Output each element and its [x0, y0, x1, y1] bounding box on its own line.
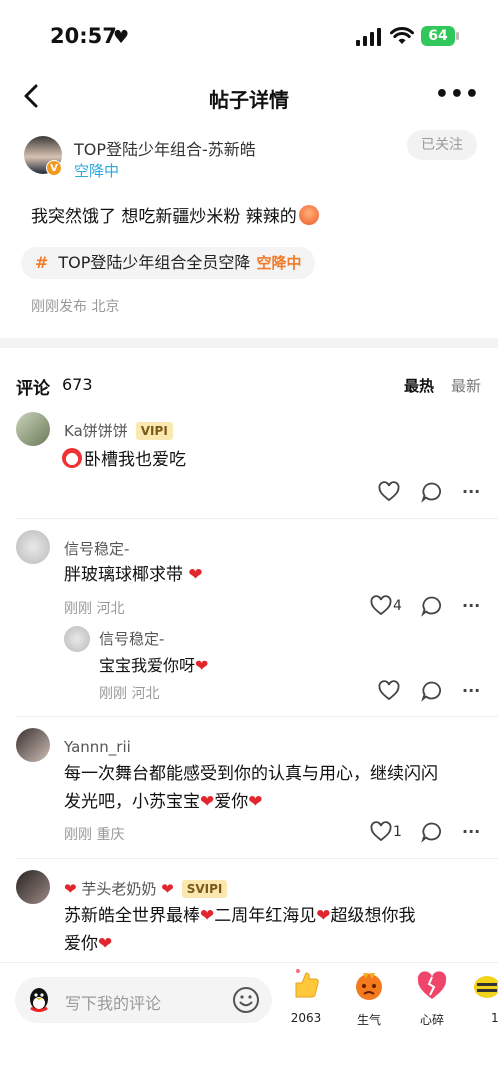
comment-more-icon[interactable]: ··· [462, 596, 486, 620]
comments-header: 评论 673 最热 最新 [0, 372, 498, 399]
signal-icon [356, 28, 381, 46]
angry-face-icon [356, 972, 382, 1000]
red-heart-icon: ❤ [98, 934, 113, 954]
commenter-avatar[interactable] [16, 728, 50, 762]
like-heart-icon[interactable] [377, 679, 401, 703]
comments-title: 评论 [16, 379, 50, 399]
comment-separator [16, 858, 498, 859]
like-heart-icon[interactable] [369, 594, 393, 618]
reaction-label: 生气 [356, 1013, 381, 1027]
commenter-avatar[interactable] [16, 870, 50, 904]
comment-text: 每一次舞台都能感受到你的认真与用心，继续闪闪 发光吧，小苏宝宝❤爱你❤ [64, 764, 438, 812]
post-meta: 刚刚发布 北京 [31, 299, 120, 315]
post-content: 我突然饿了 想吃新疆炒米粉 辣辣的 [31, 202, 319, 227]
reaction-count: 2063 [290, 1011, 322, 1025]
like-heart-icon[interactable] [377, 480, 401, 504]
hashtag-icon: # [35, 253, 49, 272]
comment-meta: 刚刚 河北 [64, 601, 125, 617]
vip-badge: VIPI [135, 422, 173, 440]
more-options-icon[interactable]: ••• [435, 84, 480, 106]
reaction-broken-heart[interactable]: 心碎 [404, 967, 460, 1028]
comment-input-placeholder: 写下我的评论 [65, 994, 162, 1013]
comment-item: ❤ 芋头老奶奶 ❤ SVIPI 苏新皓全世界最棒❤二周年红海见❤超级想你我 爱你❤ [0, 868, 498, 962]
nav-bar: 帖子详情 ••• [0, 70, 498, 124]
commenter-name[interactable]: ❤ 芋头老奶奶 ❤ SVIPI [64, 878, 228, 899]
comments-count: 673 [62, 375, 93, 394]
bottom-bar: 写下我的评论 2063 生气 心碎 1 [0, 962, 498, 1080]
comment-more-icon[interactable]: ··· [462, 822, 486, 846]
thumbs-up-icon [295, 969, 319, 998]
commenter-name[interactable]: 信号稳定- [64, 538, 129, 559]
red-heart-icon: ❤ [64, 880, 77, 898]
broken-heart-icon [417, 971, 447, 999]
comment-separator [16, 518, 498, 519]
comment-text: 胖玻璃球椰求带 ❤ [64, 565, 203, 585]
topic-label: TOP登陆少年组合全员空降 [58, 253, 251, 272]
author-status: 空降中 [74, 162, 120, 180]
post-text: 我突然饿了 想吃新疆炒米粉 辣辣的 [31, 207, 297, 227]
red-heart-icon: ❤ [188, 565, 203, 585]
verified-badge-icon: V [46, 160, 62, 176]
reply-bubble-icon[interactable] [420, 480, 444, 504]
comment-item: Ka饼饼饼 VIPI 卧槽我也爱吃 ··· [0, 408, 498, 518]
reaction-label: 心碎 [419, 1013, 444, 1027]
like-count: 4 [393, 598, 402, 614]
comment-meta: 刚刚 重庆 [64, 827, 125, 843]
like-heart-icon[interactable] [369, 820, 393, 844]
commenter-name[interactable]: Yannn_rii [64, 738, 131, 756]
sort-new-tab[interactable]: 最新 [451, 375, 481, 396]
vip-badge: SVIPI [181, 880, 228, 898]
reaction-angry[interactable]: 生气 [341, 967, 397, 1028]
comment-separator [16, 716, 498, 717]
red-heart-icon: ❤ [161, 880, 174, 898]
comment-more-icon[interactable]: ··· [462, 482, 486, 506]
comment-item: Yannn_rii 每一次舞台都能感受到你的认真与用心，继续闪闪 发光吧，小苏宝… [0, 726, 498, 858]
red-heart-icon: ❤ [316, 906, 331, 926]
commenter-avatar[interactable] [16, 530, 50, 564]
reaction-bee[interactable]: 1 [467, 967, 498, 1025]
section-divider [0, 338, 498, 348]
battery-icon: 64 [421, 26, 455, 46]
sort-hot-tab[interactable]: 最热 [404, 375, 434, 396]
comment-text: 苏新皓全世界最棒❤二周年红海见❤超级想你我 爱你❤ [64, 906, 416, 954]
commenter-avatar[interactable] [16, 412, 50, 446]
red-heart-icon: ❤ [200, 792, 215, 812]
reply-avatar[interactable] [64, 626, 90, 652]
author-name[interactable]: TOP登陆少年组合-苏新皓 [74, 136, 256, 160]
clown-emoji-icon [62, 448, 82, 468]
comment-text: 卧槽我也爱吃 [62, 446, 482, 474]
like-count: 1 [393, 824, 402, 840]
red-heart-icon: ❤ [200, 906, 215, 926]
reaction-thumbs-up[interactable]: 2063 [278, 967, 334, 1025]
reaction-count: 1 [491, 1011, 498, 1025]
red-heart-icon: ❤ [248, 792, 263, 812]
battery-cap [456, 32, 459, 40]
clock: 20:57 [50, 24, 117, 48]
commenter-name[interactable]: Ka饼饼饼 VIPI [64, 420, 173, 441]
comment-input[interactable]: 写下我的评论 [15, 977, 272, 1023]
topic-badge: 空降中 [256, 254, 302, 272]
comment-more-icon[interactable]: ··· [462, 681, 486, 705]
bee-icon [474, 976, 498, 998]
reply-meta: 刚刚 河北 [99, 686, 160, 702]
follow-button[interactable]: 已关注 [407, 130, 477, 160]
qq-penguin-icon [30, 988, 48, 1012]
heart-status-icon: ♥ [113, 27, 130, 48]
wifi-icon [390, 27, 414, 44]
topic-tag[interactable]: # TOP登陆少年组合全员空降 空降中 [21, 247, 316, 279]
reply-bubble-icon[interactable] [420, 679, 444, 703]
reply-name[interactable]: 信号稳定- [99, 628, 164, 649]
comment-item: 信号稳定- 胖玻璃球椰求带 ❤ 刚刚 河北 4 ··· 信号稳定- 宝宝我爱你呀… [0, 528, 498, 716]
spicy-face-emoji-icon [298, 205, 319, 225]
status-bar: 20:57 ♥ 64 [0, 0, 498, 70]
page-title: 帖子详情 [209, 88, 289, 112]
reply-bubble-icon[interactable] [420, 820, 444, 844]
reply-bubble-icon[interactable] [420, 594, 444, 618]
emoji-smile-icon[interactable] [231, 985, 261, 1015]
reply-text: 宝宝我爱你呀❤ [99, 656, 209, 675]
red-heart-icon: ❤ [195, 656, 209, 675]
post-card: V TOP登陆少年组合-苏新皓 空降中 已关注 我突然饿了 想吃新疆炒米粉 辣辣… [0, 124, 498, 338]
